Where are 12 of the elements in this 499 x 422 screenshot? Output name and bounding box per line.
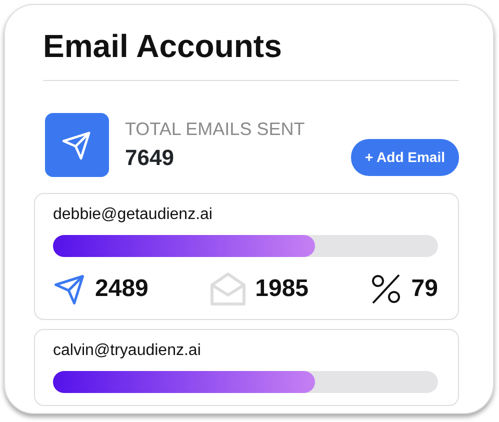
page-title: Email Accounts [43,27,283,66]
envelope-icon [209,271,248,307]
email-address: calvin@tryaudienz.ai [53,341,202,361]
open-rate: 79 [411,274,438,304]
add-email-button[interactable]: + Add Email [350,138,459,176]
sent-count: 2489 [95,274,148,304]
stat-label: TOTAL EMAILS SENT [125,118,305,140]
send-icon [53,272,87,306]
opened-count: 1985 [255,274,309,304]
stat-value: 7649 [125,144,175,172]
send-icon [45,113,109,177]
email-address: debbie@getaudienz.ai [53,205,214,225]
